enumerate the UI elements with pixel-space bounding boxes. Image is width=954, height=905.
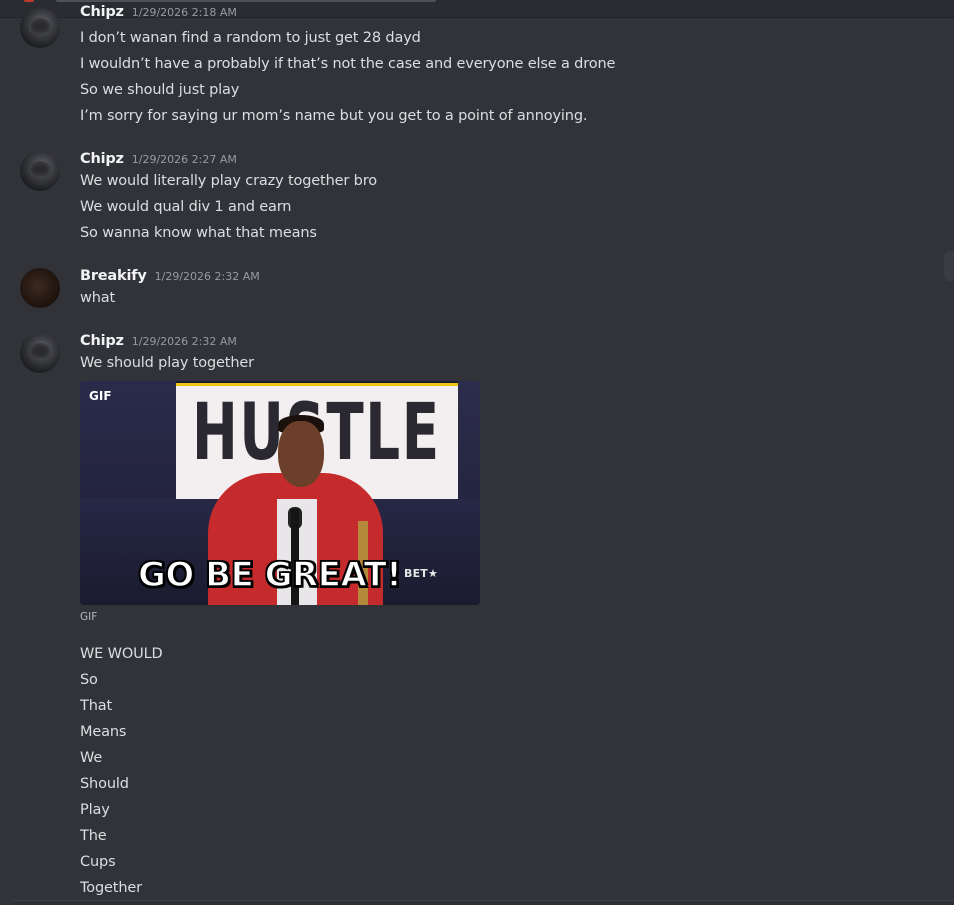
username[interactable]: Chipz bbox=[80, 151, 124, 167]
message-text: So bbox=[80, 672, 98, 688]
chipz-avatar[interactable] bbox=[20, 151, 60, 191]
message-header: Breakify 1/29/2026 2:32 AM bbox=[80, 268, 260, 288]
message-header: Chipz 1/29/2026 2:32 AM bbox=[80, 333, 237, 353]
message-text: So wanna know what that means bbox=[80, 225, 317, 241]
message-text: I wouldn’t have a probably if that’s not… bbox=[80, 56, 616, 72]
chipz-avatar[interactable] bbox=[20, 333, 60, 373]
message-list[interactable]: Chipz 1/29/2026 2:18 AM I don’t wanan fi… bbox=[0, 0, 954, 905]
message-text: Should bbox=[80, 776, 129, 792]
message-header: Chipz 1/29/2026 2:18 AM bbox=[80, 4, 237, 24]
gif-watermark: BET★ bbox=[404, 567, 439, 580]
message-text: We would qual div 1 and earn bbox=[80, 199, 292, 215]
timestamp: 1/29/2026 2:32 AM bbox=[154, 270, 260, 283]
timestamp: 1/29/2026 2:27 AM bbox=[131, 153, 237, 166]
message-text: Together bbox=[80, 880, 142, 896]
gif-caption: GO BE GREAT! bbox=[137, 554, 402, 596]
username[interactable]: Chipz bbox=[80, 333, 124, 349]
message-text: Means bbox=[80, 724, 127, 740]
chipz-avatar[interactable] bbox=[20, 8, 60, 48]
message-text: So we should just play bbox=[80, 82, 240, 98]
gif-figure bbox=[278, 421, 324, 487]
username[interactable]: Breakify bbox=[80, 268, 147, 284]
message-text: We would literally play crazy together b… bbox=[80, 173, 377, 189]
message-text: The bbox=[80, 828, 107, 844]
composer-edge bbox=[14, 900, 954, 905]
message-header: Chipz 1/29/2026 2:27 AM bbox=[80, 151, 237, 171]
message-text: Cups bbox=[80, 854, 116, 870]
breakify-avatar[interactable] bbox=[20, 268, 60, 308]
message-text: We should play together bbox=[80, 355, 254, 371]
username[interactable]: Chipz bbox=[80, 4, 124, 20]
message-text: I’m sorry for saying ur mom’s name but y… bbox=[80, 108, 588, 124]
message-text: WE WOULD bbox=[80, 646, 163, 662]
gif-embed[interactable]: HUSTLE GIF GO BE GREAT! BET★ bbox=[80, 381, 480, 605]
scrollbar-handle[interactable] bbox=[944, 251, 954, 281]
gif-badge: GIF bbox=[89, 389, 112, 403]
message-text: That bbox=[80, 698, 113, 714]
gif-label: GIF bbox=[80, 611, 98, 623]
message-text: I don’t wanan find a random to just get … bbox=[80, 30, 421, 46]
timestamp: 1/29/2026 2:32 AM bbox=[131, 335, 237, 348]
message-text: Play bbox=[80, 802, 110, 818]
message-text: We bbox=[80, 750, 103, 766]
message-text: what bbox=[80, 290, 116, 306]
timestamp: 1/29/2026 2:18 AM bbox=[131, 6, 237, 19]
